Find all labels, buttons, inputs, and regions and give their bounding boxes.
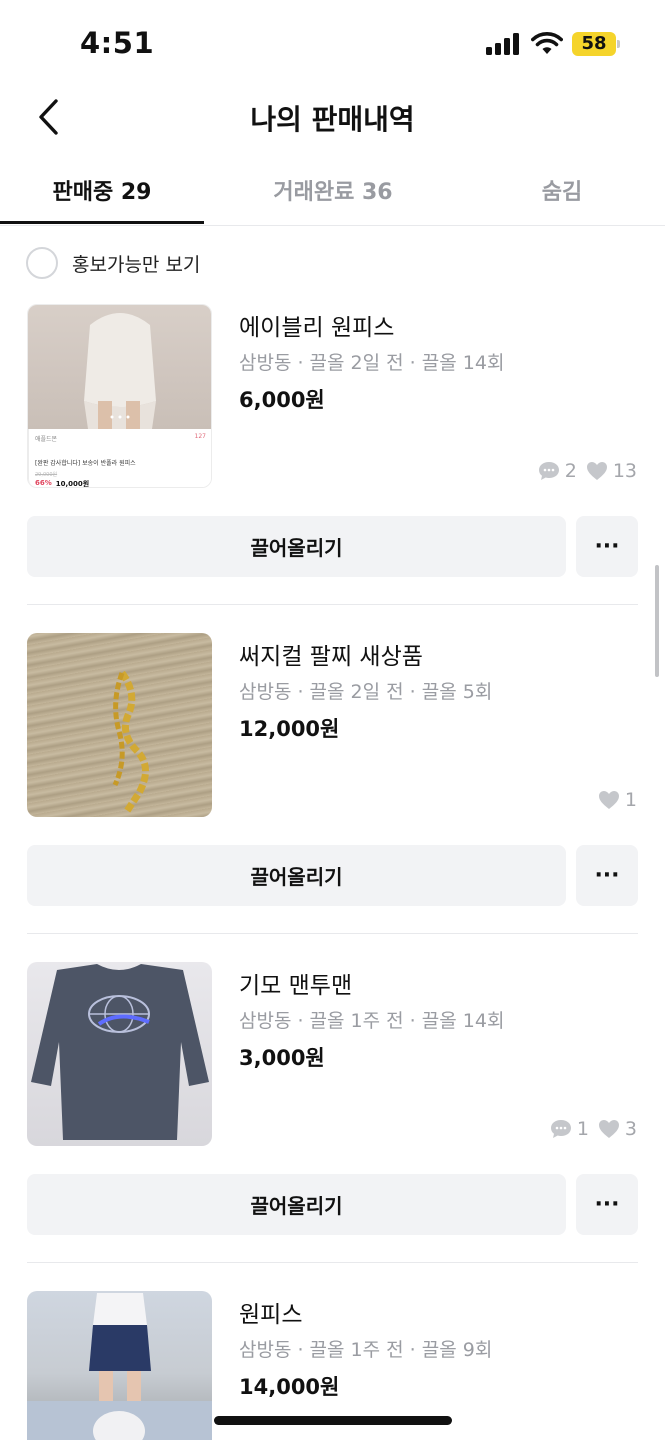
filter-checkbox[interactable]: [26, 247, 58, 279]
chat-count: 1: [576, 1118, 589, 1140]
item-price: 12,000원: [239, 717, 340, 741]
thumb-shop-name: 애플드몬: [35, 436, 58, 443]
divider: [27, 933, 638, 934]
item-title[interactable]: 에이블리 원피스: [239, 308, 394, 342]
bump-button[interactable]: 끌어올리기: [27, 845, 566, 906]
divider: [27, 1262, 638, 1263]
bump-button[interactable]: 끌어올리기: [27, 1174, 566, 1235]
tab-completed[interactable]: 거래완료 36: [220, 160, 446, 226]
item-thumbnail: [27, 962, 212, 1146]
item-price: 6,000원: [239, 388, 325, 412]
more-options-button[interactable]: ···: [576, 845, 638, 906]
chat-count: 2: [564, 460, 577, 482]
chat-bubble-icon: [538, 462, 559, 480]
heart-icon: [586, 462, 607, 480]
bump-button[interactable]: 끌어올리기: [27, 516, 566, 577]
like-count: 1: [624, 789, 637, 811]
item-title[interactable]: 원피스: [239, 1295, 302, 1329]
chat-bubble-icon: [550, 1120, 571, 1138]
like-count: 3: [624, 1118, 637, 1140]
item-meta: 삼방동 · 끌올 1주 전 · 끌올 14회: [239, 1010, 505, 1032]
filter-label: 홍보가능만 보기: [72, 253, 201, 276]
home-indicator[interactable]: [214, 1416, 452, 1425]
cellular-signal-icon: [486, 33, 520, 55]
item-thumbnail: [27, 633, 212, 817]
wifi-icon: [531, 30, 563, 56]
battery-icon: 58: [572, 32, 620, 56]
battery-level: 58: [581, 33, 607, 54]
item-price: 14,000원: [239, 1375, 340, 1399]
active-tab-indicator: [0, 221, 204, 224]
like-count: 13: [612, 460, 637, 482]
item-meta: 삼방동 · 끌올 2일 전 · 끌올 5회: [239, 681, 493, 703]
page-title: 나의 판매내역: [250, 103, 415, 136]
item-meta: 삼방동 · 끌올 1주 전 · 끌올 9회: [239, 1339, 493, 1361]
heart-icon: [598, 791, 619, 809]
item-thumbnail: [27, 1291, 212, 1440]
status-bar: 4:51 58: [0, 0, 665, 90]
item-stats: 2 13: [529, 460, 637, 482]
item-title[interactable]: 써지컬 팔찌 새상품: [239, 637, 423, 671]
thumb-old-price: 29,000원: [35, 472, 58, 478]
item-stats: 1: [589, 789, 637, 811]
item-thumbnail: 애플드몬 127 [완판 감사합니다] 보송이 반폴라 원피스 29,000원 …: [27, 304, 212, 488]
scrollbar[interactable]: [655, 565, 659, 677]
heart-icon: [598, 1120, 619, 1138]
tab-bar: 판매중 29 거래완료 36 숨김: [0, 160, 665, 226]
tab-selling[interactable]: 판매중 29: [0, 160, 204, 226]
tab-hidden[interactable]: 숨김: [462, 160, 662, 226]
item-meta: 삼방동 · 끌올 2일 전 · 끌올 14회: [239, 352, 505, 374]
item-title[interactable]: 기모 맨투맨: [239, 966, 352, 1000]
thumb-like-count: 127: [194, 433, 206, 440]
header: 나의 판매내역: [0, 90, 665, 150]
item-stats: 1 3: [541, 1118, 637, 1140]
thumb-sale-price: 10,000원: [55, 480, 90, 488]
thumb-description: [완판 감사합니다] 보송이 반폴라 원피스: [35, 460, 136, 467]
thumb-discount: 66%: [35, 479, 52, 487]
more-options-button[interactable]: ···: [576, 516, 638, 577]
divider: [27, 604, 638, 605]
item-price: 3,000원: [239, 1046, 325, 1070]
promo-filter[interactable]: 홍보가능만 보기: [26, 246, 200, 280]
more-options-button[interactable]: ···: [576, 1174, 638, 1235]
status-time: 4:51: [80, 26, 155, 60]
